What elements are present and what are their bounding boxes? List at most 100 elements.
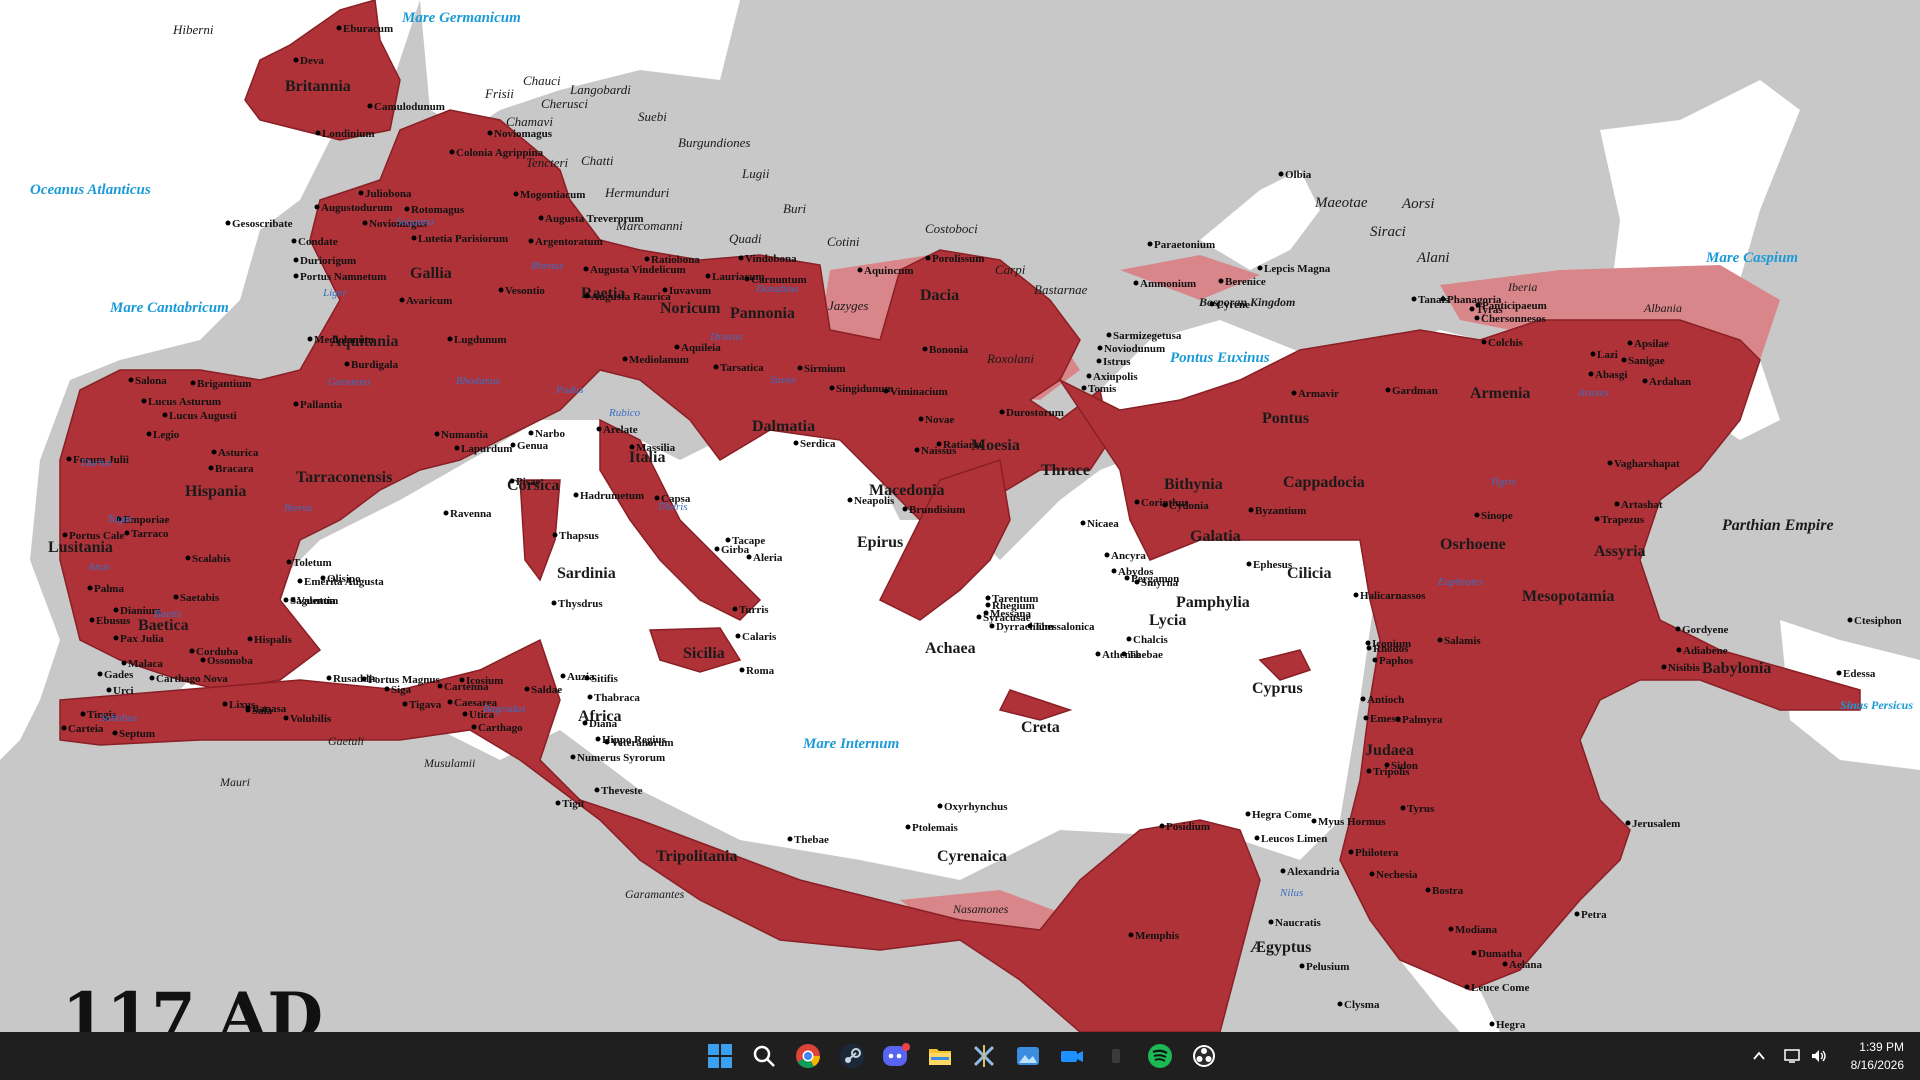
- city-dot: [1218, 278, 1224, 284]
- city-dot: [573, 492, 579, 498]
- region-label: Parthian Empire: [1721, 517, 1834, 534]
- city-dot: [1096, 358, 1102, 364]
- tribe-label: Bastarnae: [1034, 282, 1088, 297]
- city-dot: [1337, 1001, 1343, 1007]
- network-icon[interactable]: [1784, 1032, 1802, 1080]
- region-label: Epirus: [857, 534, 903, 551]
- city-dot: [914, 447, 920, 453]
- city-label: Turris: [739, 604, 769, 616]
- city-dot: [662, 287, 668, 293]
- spotify-icon[interactable]: [1144, 1040, 1176, 1072]
- city-dot: [1353, 592, 1359, 598]
- city-label: Naucratis: [1275, 917, 1322, 929]
- city-dot: [283, 597, 289, 603]
- city-dot: [315, 130, 321, 136]
- city-dot: [570, 754, 576, 760]
- steam-icon[interactable]: [836, 1040, 868, 1072]
- city-label: Sala: [252, 705, 273, 717]
- city-dot: [1134, 499, 1140, 505]
- city-dot: [596, 426, 602, 432]
- city-label: Pax Julia: [120, 633, 164, 645]
- city-label: Hispalis: [254, 634, 293, 646]
- region-label: Cappadocia: [1283, 474, 1365, 491]
- city-dot: [644, 256, 650, 262]
- river-label: Iberus: [283, 502, 312, 514]
- system-clock[interactable]: 1:39 PM 8/16/2026: [1851, 1038, 1904, 1074]
- city-dot: [326, 675, 332, 681]
- city-dot: [925, 255, 931, 261]
- city-label: Brundisium: [909, 504, 965, 516]
- search-icon[interactable]: [748, 1040, 780, 1072]
- blank-app-icon[interactable]: [1100, 1040, 1132, 1072]
- city-dot: [985, 602, 991, 608]
- river-label: Durius: [80, 457, 112, 469]
- city-dot: [1268, 919, 1274, 925]
- city-dot: [976, 614, 982, 620]
- obs-icon[interactable]: [1188, 1040, 1220, 1072]
- tray-chevron-icon[interactable]: [1752, 1032, 1766, 1080]
- city-label: Tarraco: [131, 528, 169, 540]
- city-label: Paphos: [1379, 655, 1414, 667]
- city-label: Philotera: [1355, 847, 1399, 859]
- river-label: Bagradas: [483, 703, 526, 715]
- city-label: Novae: [925, 414, 954, 426]
- river-label: Savus: [770, 374, 796, 386]
- region-label: Dalmatia: [752, 418, 815, 435]
- city-dot: [1363, 715, 1369, 721]
- city-dot: [61, 725, 67, 731]
- app-x-icon[interactable]: [968, 1040, 1000, 1072]
- city-label: Vesontio: [505, 285, 545, 297]
- city-label: Brigantium: [197, 378, 251, 390]
- city-label: Noviodunum: [1104, 343, 1165, 355]
- file-explorer-icon[interactable]: [924, 1040, 956, 1072]
- city-label: Saguntum: [290, 595, 338, 607]
- camera-app-icon[interactable]: [1056, 1040, 1088, 1072]
- tribe-label: Chatti: [581, 153, 614, 168]
- city-label: Siga: [391, 684, 412, 696]
- city-dot: [283, 715, 289, 721]
- city-dot: [528, 430, 534, 436]
- city-dot: [1464, 984, 1470, 990]
- city-label: Tigava: [409, 699, 442, 711]
- city-label: Hegra: [1496, 1019, 1526, 1031]
- city-dot: [1159, 823, 1165, 829]
- city-label: Trapezus: [1601, 514, 1645, 526]
- city-label: Alexandria: [1287, 866, 1340, 878]
- city-dot: [471, 724, 477, 730]
- river-label: Rubico: [608, 407, 641, 419]
- city-dot: [1086, 373, 1092, 379]
- city-dot: [594, 787, 600, 793]
- city-label: Urci: [113, 685, 134, 697]
- river-label: Euphrates: [1437, 576, 1483, 588]
- region-label: Judaea: [1365, 742, 1414, 759]
- volume-icon[interactable]: [1810, 1032, 1828, 1080]
- tribe-label: Alani: [1416, 250, 1450, 266]
- city-dot: [1607, 460, 1613, 466]
- river-label: Nilus: [1279, 887, 1303, 899]
- city-dot: [732, 606, 738, 612]
- photos-icon[interactable]: [1012, 1040, 1044, 1072]
- chrome-icon[interactable]: [792, 1040, 824, 1072]
- city-dot: [190, 380, 196, 386]
- city-label: Edessa: [1843, 668, 1876, 680]
- river-label: Liger: [322, 287, 348, 299]
- tribe-label: Aorsi: [1401, 196, 1435, 212]
- city-dot: [293, 401, 299, 407]
- city-label: Aquincum: [864, 265, 914, 277]
- city-label: Numantia: [441, 429, 489, 441]
- city-label: Clysma: [1344, 999, 1380, 1011]
- city-label: Theveste: [601, 785, 643, 797]
- city-dot: [1291, 390, 1297, 396]
- city-label: Axiupolis: [1093, 371, 1138, 383]
- city-label: Genua: [517, 440, 549, 452]
- city-label: Volubilis: [290, 713, 332, 725]
- city-dot: [560, 673, 566, 679]
- city-label: Chersonnesos: [1481, 313, 1547, 325]
- sea-label: Mare Caspium: [1705, 250, 1798, 266]
- city-dot: [714, 546, 720, 552]
- windows-start-icon[interactable]: [704, 1040, 736, 1072]
- city-dot: [1299, 963, 1305, 969]
- city-label: Thessalonica: [1034, 621, 1095, 633]
- discord-icon[interactable]: [880, 1040, 912, 1072]
- city-dot: [80, 711, 86, 717]
